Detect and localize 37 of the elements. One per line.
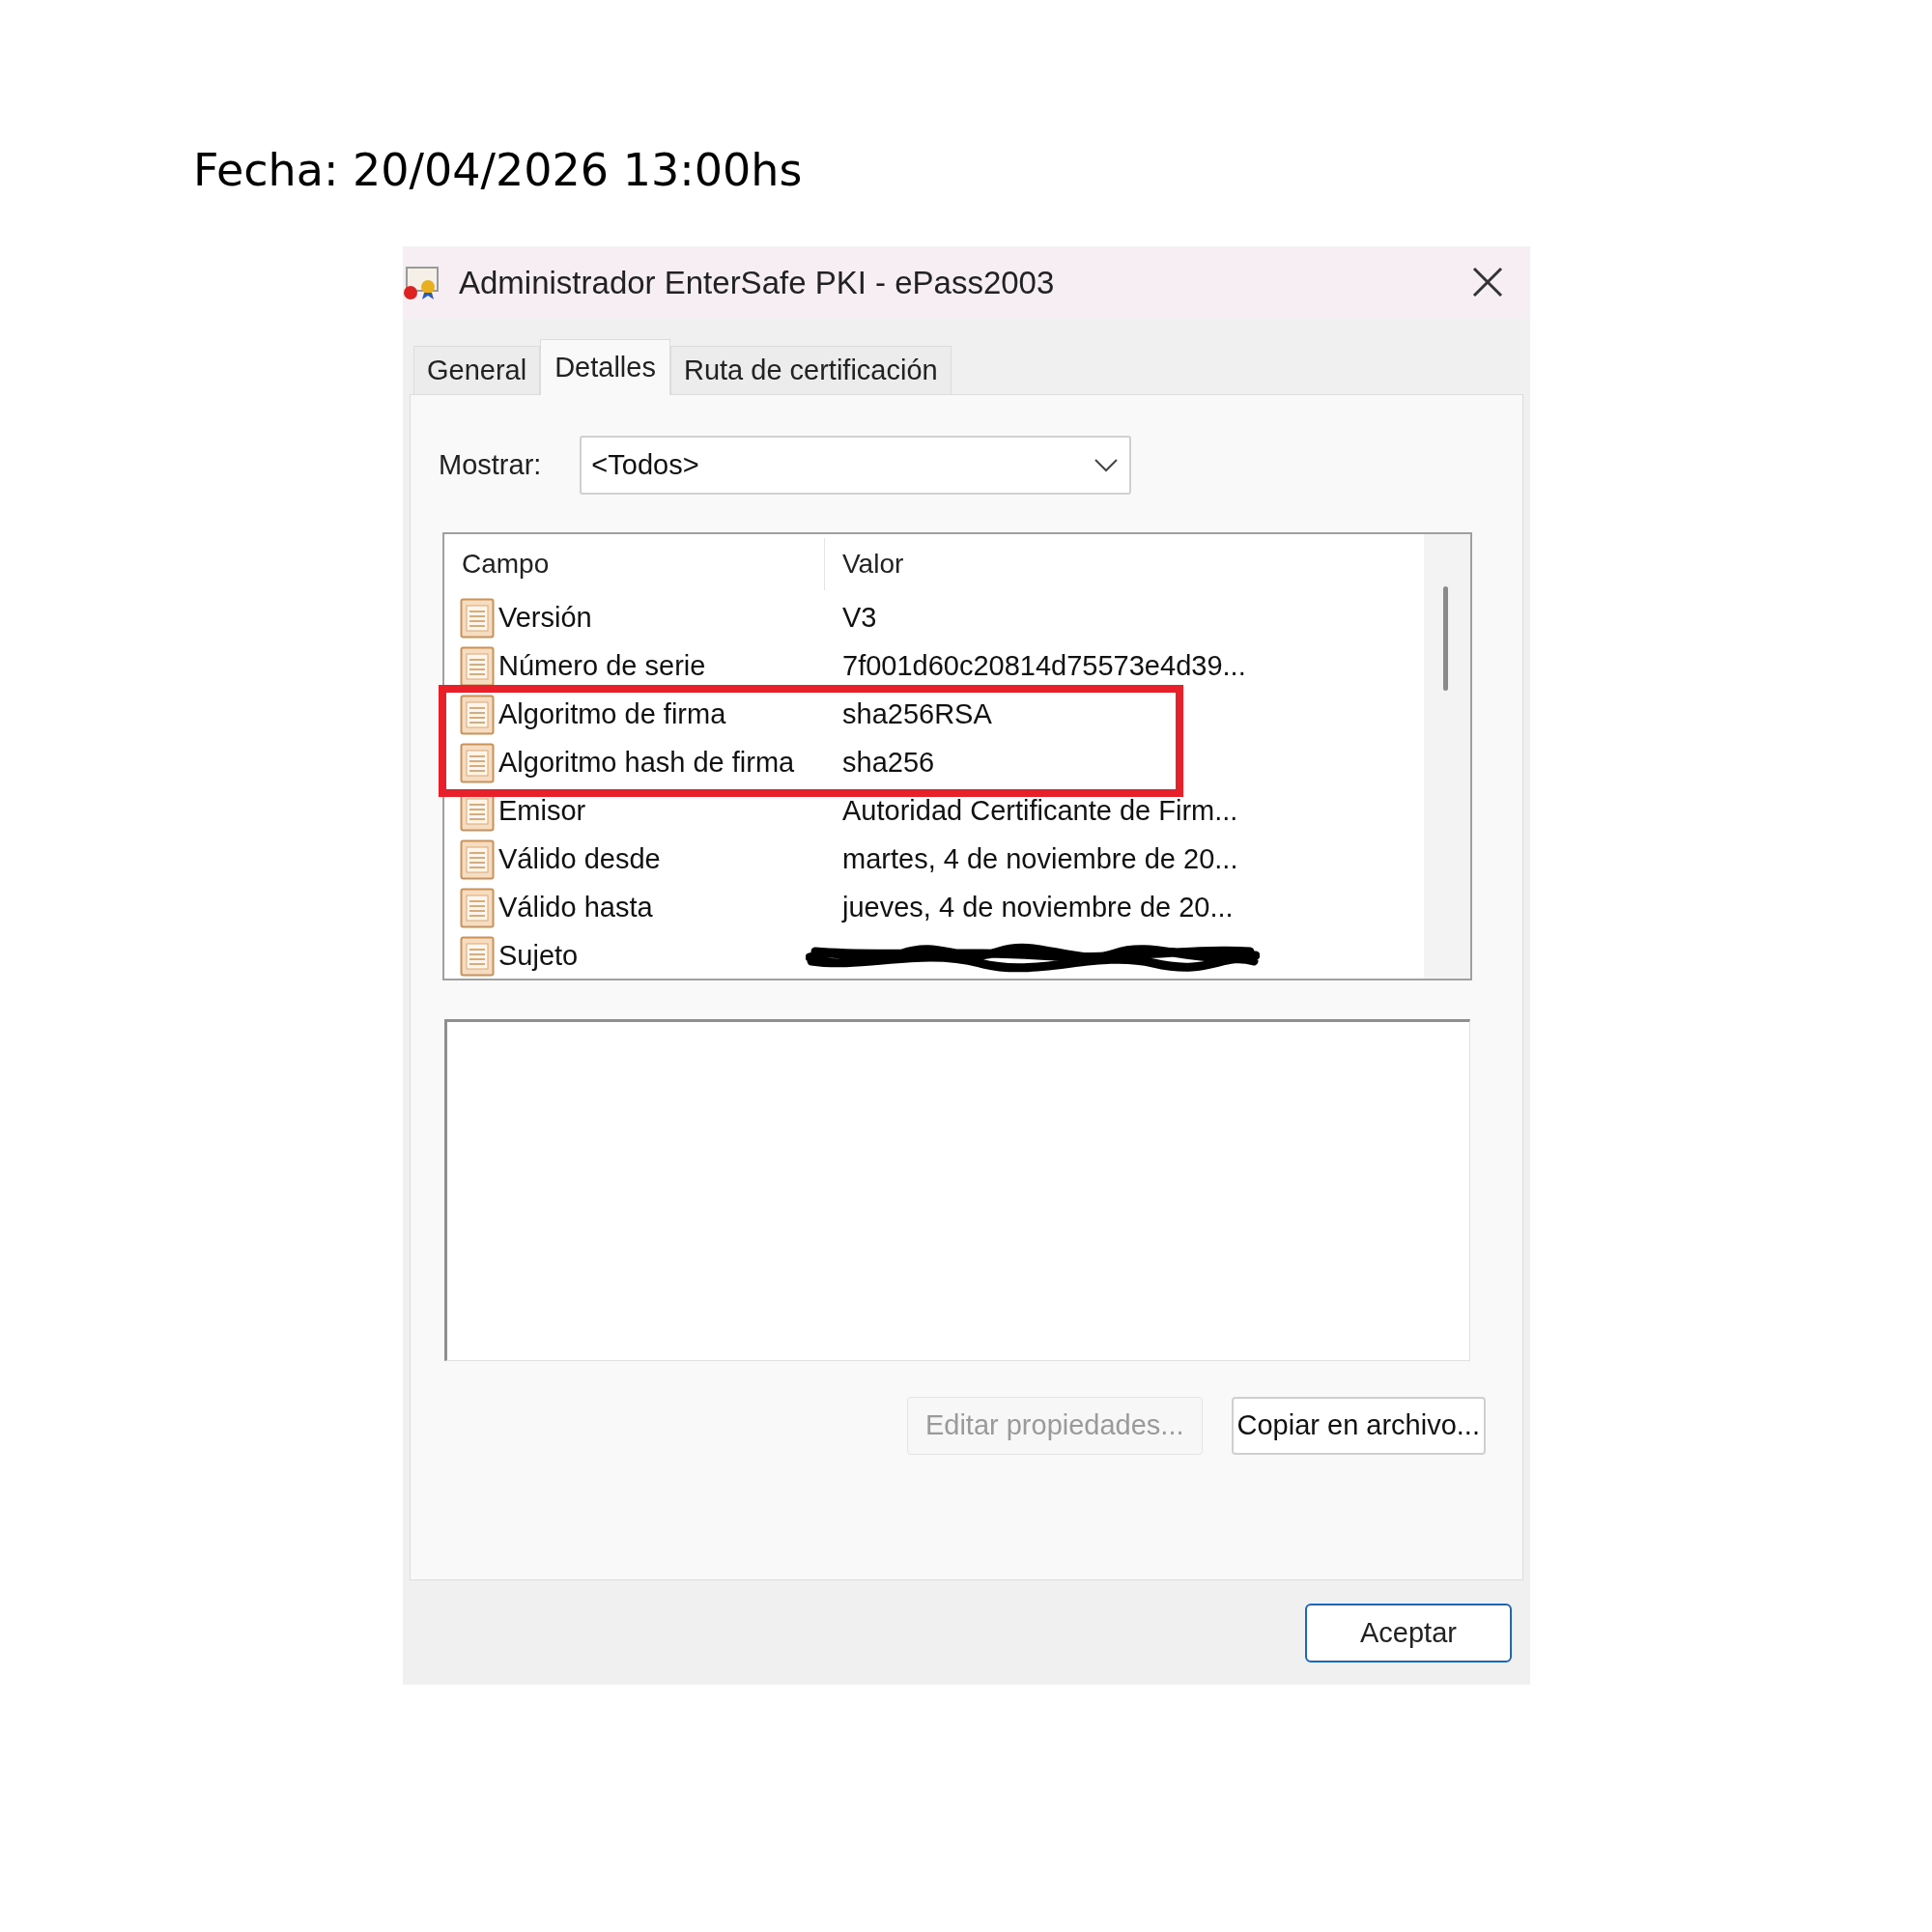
field-icon — [460, 598, 495, 639]
window-title: Administrador EnterSafe PKI - ePass2003 — [459, 263, 1055, 302]
column-header[interactable]: Valor — [825, 544, 904, 584]
field-value: Autoridad Certificante de Firm... — [841, 794, 1238, 829]
field-name[interactable]: Algoritmo de firma — [498, 694, 726, 736]
field-value: V3 — [841, 601, 877, 636]
field-icon — [460, 695, 495, 735]
field-value: jueves, 4 de noviembre de 20... — [840, 891, 1234, 925]
tab[interactable]: Detalles — [540, 339, 670, 395]
scrollbar-thumb[interactable] — [1443, 586, 1448, 691]
column-header[interactable]: Campo — [444, 538, 825, 590]
field-icon — [460, 888, 495, 928]
field-value: 7f001d60c20814d75573e4d39... — [841, 649, 1246, 684]
show-dropdown[interactable]: <Todos> — [580, 436, 1132, 495]
field-icon — [460, 936, 495, 977]
field-icon — [460, 839, 495, 880]
field-icon — [460, 743, 495, 783]
close-icon[interactable] — [1472, 267, 1503, 298]
field-name[interactable]: Emisor — [498, 790, 586, 833]
accept-button[interactable]: Aceptar — [1305, 1604, 1512, 1662]
field-icon — [460, 646, 495, 687]
field-name[interactable]: Versión — [498, 597, 592, 639]
field-name[interactable]: Número de serie — [498, 645, 706, 688]
copy-to-file-button[interactable]: Copiar en archivo... — [1231, 1397, 1486, 1455]
field-name[interactable]: Algoritmo hash de firma — [498, 742, 795, 784]
field-name[interactable]: Válido desde — [498, 838, 661, 881]
field-value: sha256 — [841, 746, 935, 781]
field-value: sha256RSA — [841, 697, 992, 732]
show-label: Mostrar: — [439, 447, 542, 482]
field-name[interactable]: Sujeto — [498, 935, 579, 978]
field-name[interactable]: Válido hasta — [498, 887, 653, 929]
detail-text-box[interactable] — [444, 1019, 1470, 1361]
chevron-down-icon — [1094, 458, 1119, 472]
tab[interactable]: Ruta de certificación — [669, 346, 952, 394]
tab[interactable]: General — [413, 346, 541, 394]
date-caption: Fecha: 20/04/2026 13:00hs — [193, 143, 803, 198]
field-value: martes, 4 de noviembre de 20... — [841, 842, 1238, 877]
